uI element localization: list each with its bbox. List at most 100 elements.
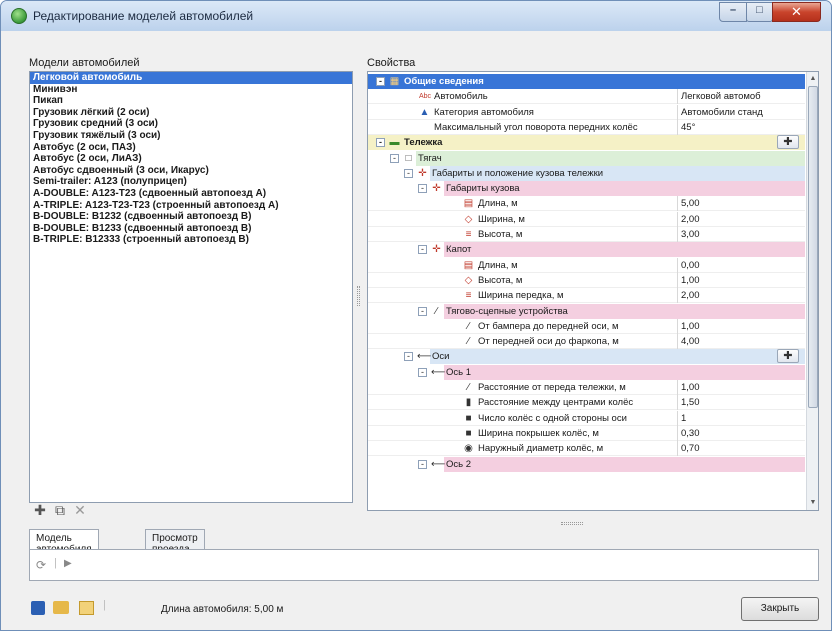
model-list-item[interactable]: Автобус сдвоенный (3 оси, Икарус) [30, 165, 352, 177]
tab-model[interactable]: Модель автомобиля [29, 529, 99, 555]
property-row[interactable]: Максимальный угол поворота передних колё… [368, 119, 805, 135]
copy-model-icon[interactable]: ⧉ [51, 501, 69, 519]
scroll-up-icon[interactable]: ▲ [807, 72, 818, 86]
model-list-item[interactable]: Автобус (2 оси, ЛиАЗ) [30, 153, 352, 165]
properties-grid[interactable]: - ▦ Общие сведения Abc Автомобиль Легковой ав… [367, 71, 819, 511]
property-row[interactable]: - ∕ Тягово-сцепные устройства [368, 303, 805, 319]
property-icon: ⟵ [417, 351, 432, 363]
property-value[interactable]: Автомобили станд [677, 104, 805, 120]
collapse-icon[interactable]: - [418, 184, 427, 194]
property-row[interactable]: - ▬ Тележка ✚ [368, 135, 805, 151]
scroll-down-icon[interactable]: ▼ [807, 496, 818, 510]
close-window-button[interactable]: ✕ [772, 2, 821, 22]
property-icon: ∕ [467, 382, 470, 393]
model-list-item[interactable]: Грузовик тяжёлый (3 оси) [30, 130, 352, 142]
collapse-icon[interactable]: - [418, 459, 427, 469]
close-button[interactable]: Закрыть [741, 597, 819, 621]
property-row[interactable]: ■ Ширина покрышек колёс, м 0,30 [368, 425, 805, 441]
collapse-icon[interactable]: - [390, 153, 399, 163]
add-item-button[interactable]: ✚ [777, 135, 799, 150]
property-row[interactable]: ▲ Категория автомобиля Автомобили станд [368, 104, 805, 120]
collapse-icon[interactable]: - [418, 306, 427, 316]
model-list-item[interactable]: Грузовик лёгкий (2 оси) [30, 107, 352, 119]
property-value[interactable]: 4,00 [677, 334, 805, 350]
property-row[interactable]: ∕ От передней оси до фаркопа, м 4,00 [368, 334, 805, 350]
save-icon[interactable] [31, 601, 45, 615]
property-row[interactable]: - ⟵ Оси ✚ [368, 349, 805, 365]
property-value[interactable]: 1,00 [677, 318, 805, 334]
property-value[interactable]: 1 [677, 410, 805, 426]
property-label: Общие сведения [404, 76, 484, 87]
tab-passage-view[interactable]: Просмотр проезда [145, 529, 205, 555]
properties-scrollbar[interactable]: ▲ ▼ [806, 72, 818, 510]
property-row[interactable]: ◇ Ширина, м 2,00 [368, 211, 805, 227]
collapse-icon[interactable]: - [418, 245, 427, 255]
model-list-item[interactable]: B-DOUBLE: B1233 (сдвоенный автопоезд B) [30, 223, 352, 235]
model-list-item[interactable]: Пикап [30, 95, 352, 107]
collapse-icon[interactable]: - [376, 138, 385, 148]
model-list-item[interactable]: B-TRIPLE: B12333 (строенный автопоезд B) [30, 234, 352, 246]
minimize-icon: – [729, 4, 737, 16]
property-row[interactable]: - ⟵ Ось 2 [368, 456, 805, 472]
window-title: Редактирование моделей автомобилей [33, 9, 254, 23]
horizontal-splitter[interactable] [561, 522, 583, 525]
model-list-item[interactable]: B-DOUBLE: B1232 (сдвоенный автопоезд B) [30, 211, 352, 223]
property-row[interactable]: - ✛ Капот [368, 242, 805, 258]
model-list-item[interactable]: A-TRIPLE: A123-T23-T23 (строенный автопо… [30, 200, 352, 212]
model-list-item[interactable]: Легковой автомобиль [30, 72, 352, 84]
property-row[interactable]: ▤ Длина, м 5,00 [368, 196, 805, 212]
collapse-icon[interactable]: - [404, 352, 413, 362]
property-value[interactable]: Легковой автомоб [677, 89, 805, 105]
property-value[interactable]: 1,00 [677, 380, 805, 395]
property-row[interactable]: ∕ От бампера до передней оси, м 1,00 [368, 318, 805, 334]
property-value[interactable]: 45° [677, 119, 805, 135]
add-model-icon[interactable]: ✚ [31, 501, 49, 519]
property-row[interactable]: ◇ Высота, м 1,00 [368, 272, 805, 288]
minimize-button[interactable]: – [719, 2, 747, 22]
property-row[interactable]: ≡ Ширина передка, м 2,00 [368, 288, 805, 304]
maximize-button[interactable]: □ [746, 2, 773, 22]
property-row[interactable]: ▮ Расстояние между центрами колёс 1,50 [368, 395, 805, 411]
vertical-splitter[interactable] [357, 286, 360, 306]
add-item-button[interactable]: ✚ [777, 349, 799, 364]
refresh-icon[interactable]: ⟳ [36, 558, 46, 572]
property-value[interactable]: 1,00 [677, 272, 805, 288]
collapse-icon[interactable]: - [418, 367, 427, 377]
collapse-icon[interactable]: - [404, 168, 413, 178]
property-value[interactable]: 3,00 [677, 227, 805, 242]
property-row[interactable]: - ✛ Габариты кузова [368, 181, 805, 197]
property-row[interactable]: - ▦ Общие сведения [368, 74, 805, 89]
model-list-item[interactable]: Автобус (2 оси, ПАЗ) [30, 142, 352, 154]
property-value[interactable]: 0,30 [677, 425, 805, 441]
property-row[interactable]: ≡ Высота, м 3,00 [368, 227, 805, 242]
property-label: Ширина, м [478, 213, 525, 225]
property-value[interactable]: 2,00 [677, 288, 805, 304]
property-row[interactable]: - ⟵ Ось 1 [368, 364, 805, 380]
property-row[interactable]: ∕ Расстояние от переда тележки, м 1,00 [368, 380, 805, 395]
property-row[interactable]: ■ Число колёс с одной стороны оси 1 [368, 410, 805, 426]
property-value[interactable]: 0,70 [677, 441, 805, 457]
model-list-item[interactable]: Semi-trailer: A123 (полуприцеп) [30, 176, 352, 188]
property-icon: ▦ [389, 76, 400, 87]
property-value[interactable]: 5,00 [677, 196, 805, 212]
collapse-icon[interactable]: - [376, 77, 385, 86]
model-list-item[interactable]: Минивэн [30, 84, 352, 96]
model-list-item[interactable]: A-DOUBLE: A123-T23 (сдвоенный автопоезд … [30, 188, 352, 200]
property-row[interactable]: ▤ Длина, м 0,00 [368, 257, 805, 273]
property-value[interactable]: 2,00 [677, 211, 805, 227]
edit-icon[interactable] [79, 601, 94, 615]
scroll-thumb[interactable] [808, 86, 818, 408]
property-row[interactable]: - □ Тягач [368, 150, 805, 166]
model-list-item[interactable]: Грузовик средний (3 оси) [30, 118, 352, 130]
title-bar[interactable]: Редактирование моделей автомобилей – □ ✕ [1, 1, 831, 31]
property-value[interactable]: 1,50 [677, 395, 805, 411]
play-icon[interactable]: ▶ [64, 558, 72, 569]
property-value[interactable]: 0,00 [677, 257, 805, 273]
open-folder-icon[interactable] [53, 601, 69, 614]
property-row[interactable]: - ✛ Габариты и положение кузова тележки [368, 165, 805, 181]
property-label: Категория автомобиля [434, 106, 534, 118]
models-list[interactable]: Легковой автомобиль Минивэн Пикап Грузовик … [29, 71, 353, 503]
delete-model-icon[interactable]: ✕ [71, 501, 89, 519]
property-row[interactable]: Abc Автомобиль Легковой автомоб [368, 89, 805, 105]
property-row[interactable]: ◉ Наружный диаметр колёс, м 0,70 [368, 441, 805, 457]
